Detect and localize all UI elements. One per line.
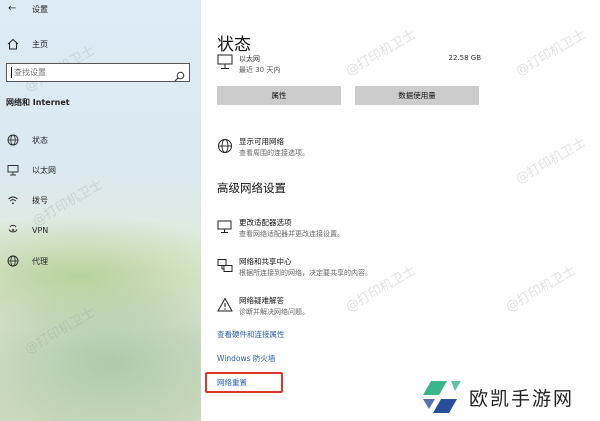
watermark-text: @打印机卫士 — [22, 305, 98, 358]
vpn-icon — [6, 224, 20, 236]
globe-icon — [6, 134, 20, 146]
sidebar-item-dialup[interactable]: 拨号 — [6, 191, 48, 209]
change-adapter-subtitle: 查看网络适配器并更改连接设置。 — [239, 230, 344, 238]
window-title: 设置 — [32, 5, 48, 14]
sidebar-item-label: 代理 — [32, 256, 48, 266]
search-icon[interactable] — [174, 67, 185, 86]
home-icon — [6, 38, 20, 50]
search-input[interactable] — [14, 68, 164, 77]
ethernet-usage-row: 以太网 最近 30 天内 22.58 GB — [217, 54, 482, 77]
advanced-settings-heading: 高级网络设置 — [217, 181, 286, 195]
watermark-text: @打印机卫士 — [503, 263, 579, 316]
brand-logo: 欧凯手游网 — [417, 379, 574, 415]
change-adapter-title: 更改适配器选项 — [239, 218, 292, 227]
sidebar-item-proxy[interactable]: 代理 — [6, 252, 48, 270]
ethernet-name: 以太网 — [239, 55, 260, 63]
properties-button[interactable]: 属性 — [217, 86, 341, 105]
troubleshooter-subtitle: 诊断并解决网络问题。 — [239, 308, 309, 316]
show-networks-subtitle: 查看周围的连接选项。 — [239, 149, 309, 157]
dialup-icon — [6, 194, 20, 206]
sidebar: ← 设置 主页 网络和 Internet 状态 以太网 拨号 — [0, 0, 201, 421]
sidebar-item-status[interactable]: 状态 — [6, 131, 48, 149]
sharing-center-subtitle: 根据所连接到的网络，决定要共享的内容。 — [239, 269, 372, 277]
brand-text: 欧凯手游网 — [469, 387, 575, 410]
home-label: 主页 — [32, 39, 48, 49]
troubleshooter-title: 网络疑难解答 — [239, 296, 284, 305]
search-box[interactable] — [6, 63, 190, 82]
warning-icon — [217, 297, 233, 317]
sidebar-item-ethernet[interactable]: 以太网 — [6, 161, 56, 179]
sidebar-item-label: 以太网 — [32, 165, 56, 175]
page-title: 状态 — [217, 35, 251, 55]
back-arrow-icon[interactable]: ← — [8, 3, 16, 14]
sidebar-item-label: 状态 — [32, 135, 48, 145]
watermark-text: @打印机卫士 — [513, 135, 589, 188]
usage-amount: 22.58 GB — [448, 54, 482, 62]
highlight-box — [205, 372, 283, 393]
hardware-properties-link[interactable]: 查看硬件和连接属性 — [217, 329, 285, 340]
proxy-globe-icon — [6, 255, 20, 267]
data-usage-button[interactable]: 数据使用量 — [355, 86, 479, 105]
ethernet-icon — [6, 164, 20, 176]
monitor-icon — [217, 54, 233, 76]
sidebar-item-label: 拨号 — [32, 195, 48, 205]
brand-logo-icon — [417, 379, 463, 415]
network-globe-icon — [217, 138, 233, 158]
sharing-center-title: 网络和共享中心 — [239, 257, 292, 266]
main-panel: 状态 以太网 最近 30 天内 22.58 GB 属性 数据使用量 显示可用网络… — [201, 0, 600, 421]
firewall-link[interactable]: Windows 防火墙 — [217, 353, 275, 364]
adapter-icon — [217, 219, 233, 239]
watermark-text: @打印机卫士 — [513, 27, 589, 80]
section-title: 网络和 Internet — [6, 98, 70, 107]
sharing-center-icon — [217, 258, 233, 278]
sidebar-item-label: VPN — [32, 225, 49, 235]
sidebar-item-vpn[interactable]: VPN — [6, 221, 48, 239]
text-caret — [11, 67, 12, 78]
show-networks-title: 显示可用网络 — [239, 137, 284, 146]
usage-period: 最近 30 天内 — [239, 66, 281, 74]
nav-home[interactable]: 主页 — [6, 35, 48, 53]
